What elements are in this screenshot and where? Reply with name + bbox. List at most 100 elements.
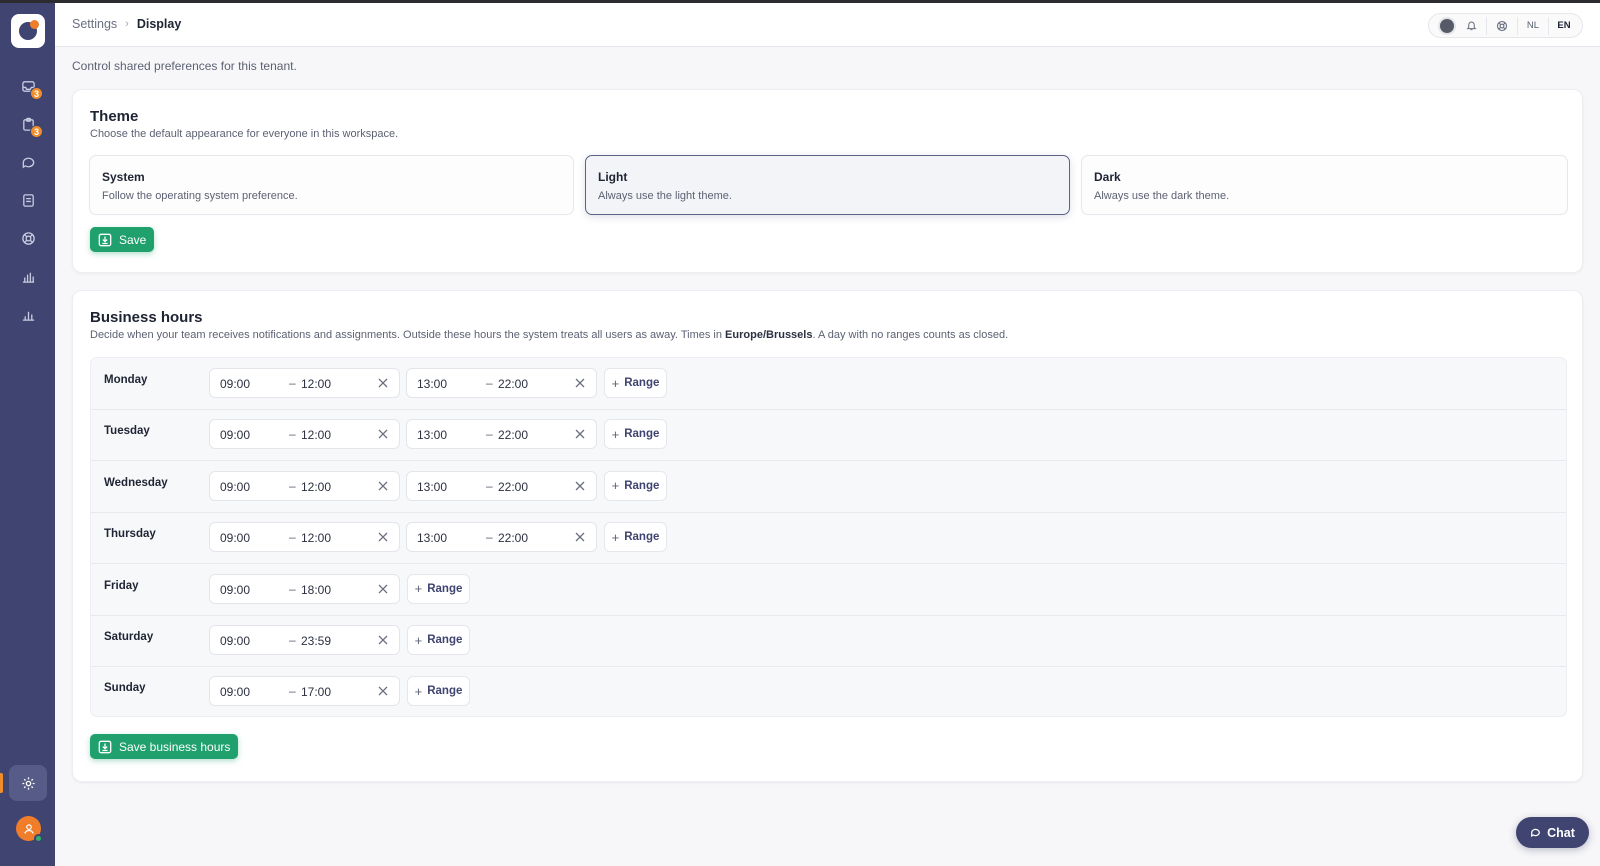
time-range: 09:00 –12:00 [209, 419, 400, 450]
day-name: Sunday [104, 682, 146, 695]
chat-label: Chat [1547, 825, 1575, 840]
close-icon[interactable] [574, 377, 586, 389]
range-end-input[interactable]: 12:00 [301, 531, 331, 545]
add-range-button[interactable]: + Range [604, 419, 667, 450]
day-name: Tuesday [104, 425, 150, 438]
app-logo[interactable] [11, 14, 45, 48]
range-start-input[interactable]: 09:00 [220, 428, 250, 442]
sidebar-item-reports[interactable] [14, 262, 42, 290]
notifications-button[interactable] [1459, 14, 1483, 37]
range-separator: – [289, 684, 296, 699]
range-start-input[interactable]: 09:00 [220, 377, 250, 391]
range-separator: – [289, 427, 296, 442]
sidebar-item-support[interactable] [14, 224, 42, 252]
sidebar-item-settings[interactable] [9, 765, 47, 801]
sidebar-item-tasks[interactable]: 3 [14, 110, 43, 138]
breadcrumb-settings-link[interactable]: Settings [72, 17, 117, 31]
range-end-input[interactable]: 17:00 [301, 685, 331, 699]
range-end-input[interactable]: 22:00 [498, 480, 528, 494]
close-icon[interactable] [377, 480, 389, 492]
sidebar-item-conversations[interactable] [14, 148, 42, 176]
plus-icon: + [414, 632, 423, 648]
range-start-input[interactable]: 09:00 [220, 583, 250, 597]
status-toggle[interactable] [1435, 14, 1459, 37]
add-range-label: Range [427, 685, 463, 698]
business-hours-table: Monday 09:00–12:00 13:00–22:00 + Range Tuesda… [90, 357, 1567, 717]
user-avatar[interactable] [16, 816, 43, 843]
theme-subtitle: Choose the default appearance for everyo… [90, 128, 399, 140]
language-en-button[interactable]: EN [1552, 14, 1576, 37]
top-header: Settings › Display NL EN [55, 3, 1600, 47]
sidebar-item-analytics[interactable] [14, 300, 42, 328]
range-start-input[interactable]: 09:00 [220, 531, 250, 545]
time-range: 09:00 –12:00 [209, 522, 400, 553]
theme-option-title: Dark [1094, 170, 1121, 184]
close-icon[interactable] [574, 428, 586, 440]
add-range-button[interactable]: + Range [604, 522, 667, 553]
time-range: 13:00 –22:00 [406, 470, 597, 501]
add-range-button[interactable]: + Range [604, 470, 667, 501]
range-end-input[interactable]: 18:00 [301, 583, 331, 597]
add-range-button[interactable]: + Range [407, 625, 470, 655]
theme-option-description: Always use the light theme. [598, 190, 732, 202]
range-separator: – [289, 376, 296, 390]
breadcrumb-current: Display [136, 17, 182, 31]
range-separator: – [289, 530, 296, 545]
add-range-button[interactable]: + Range [604, 368, 667, 398]
save-download-icon [98, 740, 112, 753]
range-end-input[interactable]: 22:00 [498, 428, 528, 442]
breadcrumb: Settings › Display [72, 17, 181, 31]
theme-title: Theme [90, 108, 139, 125]
range-end-input[interactable]: 23:59 [301, 634, 331, 648]
range-end-input[interactable]: 12:00 [301, 377, 331, 391]
close-icon[interactable] [377, 428, 389, 440]
range-start-input[interactable]: 13:00 [417, 377, 447, 391]
range-end-input[interactable]: 12:00 [301, 428, 331, 442]
day-name: Thursday [104, 528, 156, 541]
day-name: Wednesday [104, 476, 168, 489]
range-end-input[interactable]: 22:00 [498, 377, 528, 391]
save-theme-button[interactable]: Save [90, 227, 155, 252]
theme-option-light[interactable]: Light Always use the light theme. [585, 155, 1070, 215]
chat-bubble-icon [1531, 828, 1540, 838]
close-icon[interactable] [377, 583, 389, 595]
range-start-input[interactable]: 09:00 [220, 634, 250, 648]
language-nl-button[interactable]: NL [1521, 14, 1545, 37]
close-icon[interactable] [377, 634, 389, 646]
add-range-button[interactable]: + Range [407, 676, 470, 707]
save-business-hours-button[interactable]: Save business hours [90, 734, 239, 759]
sidebar-item-documents[interactable] [14, 186, 42, 214]
range-end-input[interactable]: 22:00 [498, 531, 528, 545]
chat-button[interactable]: Chat [1516, 817, 1589, 848]
document-icon [22, 193, 34, 207]
help-button[interactable] [1490, 14, 1514, 37]
inbox-badge: 3 [30, 87, 43, 100]
bar-chart-alt-icon [22, 311, 34, 321]
range-end-input[interactable]: 12:00 [301, 480, 331, 494]
close-icon[interactable] [377, 377, 389, 389]
close-icon[interactable] [574, 480, 586, 492]
theme-option-dark[interactable]: Dark Always use the dark theme. [1081, 155, 1568, 215]
range-start-input[interactable]: 13:00 [417, 480, 447, 494]
theme-option-description: Follow the operating system preference. [102, 190, 298, 202]
plus-icon: + [611, 478, 620, 494]
plus-icon: + [414, 683, 423, 699]
range-start-input[interactable]: 09:00 [220, 480, 250, 494]
close-icon[interactable] [377, 685, 389, 697]
add-range-button[interactable]: + Range [407, 573, 470, 604]
time-range: 09:00 –23:59 [209, 625, 400, 655]
lifebuoy-icon [1496, 20, 1508, 31]
lifebuoy-icon [21, 231, 35, 245]
chevron-right-icon: › [125, 18, 129, 30]
status-dot-icon [1440, 18, 1454, 33]
close-icon[interactable] [377, 531, 389, 543]
range-start-input[interactable]: 09:00 [220, 685, 250, 699]
theme-option-description: Always use the dark theme. [1094, 190, 1230, 202]
range-start-input[interactable]: 13:00 [417, 428, 447, 442]
range-start-input[interactable]: 13:00 [417, 531, 447, 545]
range-separator: – [289, 478, 296, 493]
close-icon[interactable] [574, 531, 586, 543]
theme-option-system[interactable]: System Follow the operating system prefe… [89, 155, 574, 215]
add-range-label: Range [624, 377, 660, 389]
sidebar-item-inbox[interactable]: 3 [14, 72, 43, 100]
